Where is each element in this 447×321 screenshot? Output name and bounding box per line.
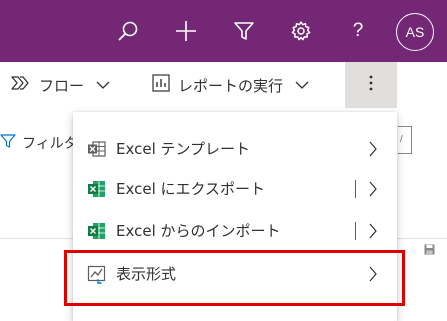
flow-label: フロー <box>39 76 85 95</box>
gear-icon[interactable] <box>284 14 318 48</box>
search-box-edge[interactable]: ∕ <box>398 126 412 154</box>
menu-item-import-excel[interactable]: Excel からのインポート <box>73 211 397 251</box>
menu-item-excel-template[interactable]: Excel テンプレート <box>73 129 397 169</box>
menu-item-label: Excel テンプレート <box>116 140 251 158</box>
split-divider <box>355 222 356 240</box>
flow-icon <box>11 75 31 95</box>
filter-icon[interactable] <box>227 14 261 48</box>
help-label: ? <box>352 20 364 41</box>
excel-import-icon <box>87 221 107 241</box>
chevron-down-icon <box>96 81 110 89</box>
help-icon[interactable]: ? <box>341 14 375 48</box>
split-divider <box>355 180 356 198</box>
save-icon[interactable] <box>424 240 435 255</box>
command-bar: フロー レポートの実行 <box>0 62 447 110</box>
filter-label: フィルタ <box>22 136 78 152</box>
chevron-right-icon[interactable] <box>368 181 378 197</box>
run-report-label: レポートの実行 <box>178 76 284 95</box>
more-commands-button[interactable] <box>345 62 397 108</box>
menu-item-label: Excel からのインポート <box>116 222 281 240</box>
excel-export-icon <box>87 179 107 199</box>
filter-control[interactable]: フィルタ <box>0 130 78 156</box>
chevron-down-icon <box>295 81 309 89</box>
chevron-right-icon[interactable] <box>368 223 378 239</box>
plus-icon[interactable] <box>169 14 203 48</box>
box-glyph: ∕ <box>400 134 403 143</box>
filter-icon <box>0 133 16 153</box>
run-report-button[interactable]: レポートの実行 <box>152 62 309 108</box>
avatar-initials: AS <box>405 24 425 40</box>
search-icon[interactable] <box>111 14 145 48</box>
excel-template-icon <box>87 139 107 159</box>
more-vertical-icon <box>369 75 373 95</box>
menu-item-label: Excel にエクスポート <box>116 180 266 198</box>
top-bar: ? AS <box>0 0 447 62</box>
menu-item-export-excel[interactable]: Excel にエクスポート <box>73 169 397 209</box>
report-icon <box>152 74 170 96</box>
flow-button[interactable]: フロー <box>11 62 110 108</box>
avatar[interactable]: AS <box>396 13 434 51</box>
highlight-box <box>64 250 405 306</box>
chevron-right-icon <box>368 141 378 157</box>
